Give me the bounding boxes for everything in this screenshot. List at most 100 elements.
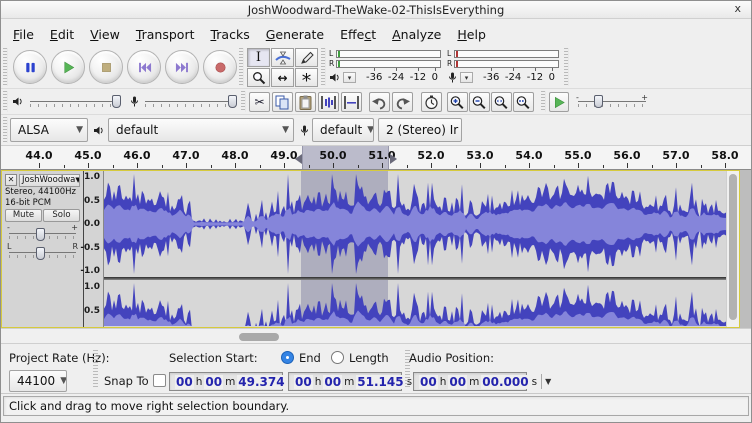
mute-button[interactable]: Mute xyxy=(5,209,42,222)
menu-effect[interactable]: Effect xyxy=(332,24,384,45)
pause-button[interactable] xyxy=(13,50,47,84)
zoom-tool-button[interactable] xyxy=(247,68,270,87)
playback-speed-slider[interactable]: -+ xyxy=(576,95,648,109)
solo-button[interactable]: Solo xyxy=(43,209,80,222)
length-radio-label: Length xyxy=(349,351,389,365)
audio-position-label: Audio Position: xyxy=(409,351,494,365)
skip-to-end-button[interactable] xyxy=(165,50,199,84)
output-volume-slider[interactable] xyxy=(28,95,122,109)
play-button[interactable] xyxy=(51,50,85,84)
audio-position-field[interactable]: 00h 00m 00.000s ▼ xyxy=(413,372,527,391)
close-window-button[interactable]: x xyxy=(734,2,741,15)
cut-button[interactable]: ✂ xyxy=(249,92,270,112)
waveform-channel-right[interactable] xyxy=(104,280,726,326)
menu-transport[interactable]: Transport xyxy=(128,24,203,45)
menu-tracks[interactable]: Tracks xyxy=(202,24,257,45)
tools-toolbar-grip[interactable] xyxy=(239,48,244,86)
horizontal-scrollbar[interactable] xyxy=(1,328,751,344)
menu-view[interactable]: View xyxy=(82,24,128,45)
amplitude-label: -0.5 xyxy=(80,243,100,253)
stop-button[interactable] xyxy=(89,50,123,84)
playback-meter[interactable]: L R ▾ -36-24-120 xyxy=(329,49,441,86)
menu-generate[interactable]: Generate xyxy=(258,24,332,45)
zoom-out-button[interactable] xyxy=(469,92,490,112)
selection-boundary-arrow[interactable] xyxy=(295,154,302,164)
transport-toolbar-grip[interactable] xyxy=(3,48,8,86)
toolbar-row-2: ✂ xyxy=(1,89,751,115)
input-volume-thumb[interactable] xyxy=(228,95,237,108)
playback-device-select[interactable]: default▼ xyxy=(108,118,294,142)
menu-file[interactable]: File xyxy=(5,24,42,45)
selection-tool-button[interactable]: I xyxy=(247,48,270,67)
pan-thumb[interactable] xyxy=(36,247,45,260)
track-close-button[interactable]: ✕ xyxy=(5,174,17,186)
recording-channels-select[interactable]: 2 (Stereo) Ir▼ xyxy=(378,118,462,142)
undo-button[interactable] xyxy=(369,92,390,112)
copy-button[interactable] xyxy=(272,92,293,112)
zoom-in-button[interactable] xyxy=(447,92,468,112)
timeline-ruler[interactable]: 44.045.046.047.048.049.050.051.052.053.0… xyxy=(1,146,751,170)
meter-dropdown-button[interactable]: ▾ xyxy=(460,72,473,83)
trim-audio-button[interactable] xyxy=(318,92,339,112)
draw-tool-button[interactable] xyxy=(295,48,318,67)
speaker-icon xyxy=(93,125,105,136)
playback-meter-grip[interactable] xyxy=(321,48,326,86)
chevron-down-icon[interactable]: ▼ xyxy=(541,374,552,389)
length-radio[interactable] xyxy=(331,351,344,364)
stopwatch-button[interactable] xyxy=(421,92,442,112)
selection-boundary-arrow[interactable] xyxy=(390,154,397,164)
menu-help[interactable]: Help xyxy=(449,24,494,45)
recording-device-select[interactable]: default▼ xyxy=(312,118,374,142)
gain-thumb[interactable] xyxy=(36,228,45,241)
waveform-channel-left[interactable] xyxy=(104,171,726,277)
silence-audio-button[interactable] xyxy=(341,92,362,112)
selection-end-field[interactable]: 00h 00m 51.145s ▼ xyxy=(288,372,402,391)
vertical-scale-ruler[interactable]: 1.00.50.0-0.5-1.0 1.00.5 xyxy=(84,171,104,327)
project-rate-select[interactable]: 44100▼ xyxy=(9,370,67,392)
chevron-down-icon: ▼ xyxy=(362,125,374,135)
track-name-button[interactable]: JoshWoodwa ▼ xyxy=(19,174,80,187)
amplitude-label: 0.5 xyxy=(84,306,100,316)
microphone-icon xyxy=(447,72,458,83)
mixer-toolbar-grip[interactable] xyxy=(3,91,8,112)
track-bitdepth-info: 16-bit PCM xyxy=(5,198,80,209)
snap-to-checkbox[interactable] xyxy=(153,374,166,387)
end-radio-label: End xyxy=(299,351,321,365)
meter-tick xyxy=(338,61,340,67)
waveform-display[interactable] xyxy=(104,171,726,327)
meter-dropdown-button[interactable]: ▾ xyxy=(343,72,356,83)
input-volume-slider[interactable] xyxy=(143,95,237,109)
ruler-label: 58.0 xyxy=(711,149,738,162)
device-toolbar-grip[interactable] xyxy=(3,117,8,143)
spare-toolbar-grip[interactable] xyxy=(564,48,569,86)
vertical-scrollbar-thumb[interactable] xyxy=(729,174,737,320)
amplitude-label: 0.0 xyxy=(84,219,100,229)
playback-speed-thumb[interactable] xyxy=(594,95,603,108)
selection-start-field[interactable]: 00h 00m 49.374s ▼ xyxy=(169,372,283,391)
vertical-scrollbar[interactable] xyxy=(726,171,739,327)
audio-host-select[interactable]: ALSA▼ xyxy=(10,118,88,142)
chevron-down-icon: ▼ xyxy=(55,376,67,386)
time-shift-tool-button[interactable]: ↔ xyxy=(271,68,294,87)
envelope-tool-button[interactable] xyxy=(271,48,294,67)
menu-analyze[interactable]: Analyze xyxy=(384,24,449,45)
fit-selection-button[interactable] xyxy=(491,92,512,112)
pan-slider[interactable]: L R xyxy=(7,245,78,260)
track-control-panel[interactable]: ✕ JoshWoodwa ▼ Stereo, 44100Hz 16-bit PC… xyxy=(2,171,84,327)
menu-edit[interactable]: Edit xyxy=(42,24,82,45)
output-volume-thumb[interactable] xyxy=(112,95,121,108)
paste-button[interactable] xyxy=(295,92,316,112)
gain-slider[interactable]: - + xyxy=(7,226,78,241)
fit-project-button[interactable] xyxy=(513,92,534,112)
recording-meter[interactable]: L R ▾ -36-24-120 xyxy=(447,49,559,86)
redo-button[interactable] xyxy=(392,92,413,112)
end-radio[interactable] xyxy=(281,351,294,364)
record-button[interactable] xyxy=(203,50,237,84)
horizontal-scrollbar-thumb[interactable] xyxy=(239,333,279,341)
skip-to-start-button[interactable] xyxy=(127,50,161,84)
play-at-speed-button[interactable] xyxy=(549,92,569,112)
amplitude-label: 0.5 xyxy=(84,196,100,206)
play-at-speed-grip[interactable] xyxy=(541,91,546,112)
edit-toolbar-grip[interactable] xyxy=(241,91,246,112)
multi-tool-button[interactable]: * xyxy=(295,68,318,87)
